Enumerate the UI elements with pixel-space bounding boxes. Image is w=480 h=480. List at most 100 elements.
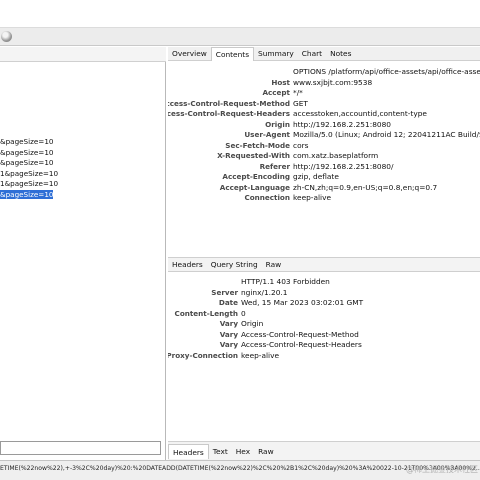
header-key: Host	[271, 77, 290, 87]
header-value: Access-Control-Request-Method	[241, 329, 359, 339]
header-value: keep-alive	[241, 350, 280, 360]
header-value: zh-CN,zh;q=0.9,en-US;q=0.8,en;q=0.7	[293, 182, 438, 192]
filter-input[interactable]	[0, 441, 161, 455]
header-value: Access-Control-Request-Headers	[241, 340, 362, 349]
list-item-label: &pageSize=10	[0, 189, 54, 199]
request-list-pane: &pageSize=10 &pageSize=10 &pageSize=10 1…	[0, 47, 166, 460]
header-key: Proxy-Connection	[168, 350, 238, 360]
header-key: Access-Control-Request-Headers	[168, 109, 290, 118]
header-key: X-Requested-With	[217, 151, 290, 160]
toolbar	[0, 28, 480, 46]
header-value: http://192.168.2.251:8080	[293, 119, 392, 129]
tab-body-text[interactable]: Text	[209, 444, 232, 459]
request-list-header	[0, 47, 166, 62]
header-value: accesstoken,accountid,content-type	[293, 109, 427, 118]
list-item-label: &pageSize=10	[0, 147, 54, 157]
header-value: GET	[293, 98, 308, 108]
header-row: Referer http://192.168.2.251:8080/	[168, 162, 480, 172]
response-tabbar: Headers Query String Raw	[168, 257, 480, 272]
request-list: &pageSize=10 &pageSize=10 &pageSize=10 1…	[0, 137, 166, 200]
status-bar: ETIME(%22now%22),+-3%2C%20day)%20:%20DAT…	[0, 460, 480, 480]
tab-notes[interactable]: Notes	[326, 47, 355, 61]
header-key: Vary	[219, 319, 238, 328]
header-row: Server nginx/1.20.1	[168, 288, 480, 298]
header-row: Proxy-Connection keep-alive	[168, 351, 480, 361]
header-key: Accept-Encoding	[222, 172, 290, 181]
header-value: http://192.168.2.251:8080/	[293, 161, 394, 171]
list-item[interactable]: 1&pageSize=10	[0, 169, 166, 180]
header-value: gzip, deflate	[293, 172, 339, 181]
list-item-label: 1&pageSize=10	[0, 179, 59, 188]
header-row: User-Agent Mozilla/5.0 (Linux; Android 1…	[168, 130, 480, 140]
header-value: */*	[293, 88, 303, 97]
globe-icon[interactable]	[1, 31, 12, 42]
header-row: Date Wed, 15 Mar 2023 03:02:01 GMT	[168, 298, 480, 308]
header-key: Sec-Fetch-Mode	[225, 140, 290, 150]
header-value: Origin	[241, 319, 264, 328]
header-row: Origin http://192.168.2.251:8080	[168, 120, 480, 130]
header-value: Mozilla/5.0 (Linux; Android 12; 22041211…	[293, 130, 480, 139]
header-key: Accept-Language	[219, 182, 290, 192]
header-value: nginx/1.20.1	[241, 287, 288, 297]
list-item-label: 1&pageSize=10	[0, 168, 59, 178]
header-row: Sec-Fetch-Mode cors	[168, 141, 480, 151]
window-title-bar	[0, 0, 480, 28]
list-item-label: &pageSize=10	[0, 158, 54, 167]
tab-chart[interactable]: Chart	[298, 47, 326, 61]
request-line-row: OPTIONS /platform/api/office-assets/api/…	[168, 67, 480, 77]
header-key: Vary	[219, 340, 238, 349]
tab-summary[interactable]: Summary	[254, 47, 298, 61]
header-key: Vary	[219, 329, 238, 339]
header-row: Access-Control-Request-Headers accesstok…	[168, 109, 480, 119]
tab-raw[interactable]: Raw	[262, 258, 286, 271]
tab-contents[interactable]: Contents	[210, 47, 255, 61]
header-row: Vary Access-Control-Request-Method	[168, 330, 480, 340]
detail-pane: Overview Contents Summary Chart Notes OP…	[168, 47, 480, 460]
tab-body-headers[interactable]: Headers	[168, 443, 209, 459]
list-item-label: &pageSize=10	[0, 137, 54, 146]
tab-body-hex[interactable]: Hex	[232, 444, 254, 459]
header-value: www.sxjbjt.com:9538	[293, 77, 373, 87]
header-key: Date	[218, 298, 238, 307]
request-line: OPTIONS /platform/api/office-assets/api/…	[293, 67, 480, 76]
header-key: Content-Length	[174, 308, 238, 318]
list-item[interactable]: &pageSize=10	[0, 137, 166, 148]
header-value: cors	[293, 140, 309, 150]
response-headers-panel: HTTP/1.1 403 Forbidden Server nginx/1.20…	[168, 273, 480, 441]
top-tabbar: Overview Contents Summary Chart Notes	[168, 47, 480, 61]
header-key: Connection	[244, 193, 290, 202]
header-row: Vary Access-Control-Request-Headers	[168, 340, 480, 350]
request-headers-panel: OPTIONS /platform/api/office-assets/api/…	[168, 63, 480, 259]
header-row: Content-Length 0	[168, 309, 480, 319]
watermark: @稀土掘金技术社区	[406, 465, 478, 474]
tab-overview[interactable]: Overview	[168, 47, 211, 61]
header-value: com.xatz.baseplatform	[293, 151, 379, 160]
header-key: Referer	[259, 161, 290, 171]
header-key: Accept	[262, 88, 290, 97]
header-key: Origin	[265, 119, 290, 129]
header-row: X-Requested-With com.xatz.baseplatform	[168, 151, 480, 161]
response-body-tabbar: Headers Text Hex Raw	[168, 441, 480, 460]
header-value: keep-alive	[293, 193, 332, 202]
list-item[interactable]: 1&pageSize=10	[0, 179, 166, 190]
list-item-selected[interactable]: &pageSize=10	[0, 189, 166, 201]
header-value: Wed, 15 Mar 2023 03:02:01 GMT	[241, 298, 364, 307]
header-row: Access-Control-Request-Method GET	[168, 99, 480, 109]
header-value: 0	[241, 308, 246, 318]
header-key: Server	[211, 287, 238, 297]
header-key: Access-Control-Request-Method	[168, 98, 290, 108]
status-line-row: HTTP/1.1 403 Forbidden	[168, 277, 480, 287]
header-row: Vary Origin	[168, 319, 480, 329]
tab-body-raw[interactable]: Raw	[254, 444, 278, 459]
header-row: Accept-Language zh-CN,zh;q=0.9,en-US;q=0…	[168, 183, 480, 193]
header-row: Accept */*	[168, 88, 480, 98]
list-item[interactable]: &pageSize=10	[0, 158, 166, 169]
header-row: Host www.sxjbjt.com:9538	[168, 78, 480, 88]
header-key: User-Agent	[244, 130, 290, 139]
tab-headers[interactable]: Headers	[168, 258, 207, 271]
status-line: HTTP/1.1 403 Forbidden	[241, 277, 330, 286]
list-item[interactable]: &pageSize=10	[0, 148, 166, 159]
header-row: Connection keep-alive	[168, 193, 480, 203]
header-row: Accept-Encoding gzip, deflate	[168, 172, 480, 182]
tab-query-string[interactable]: Query String	[207, 258, 262, 271]
